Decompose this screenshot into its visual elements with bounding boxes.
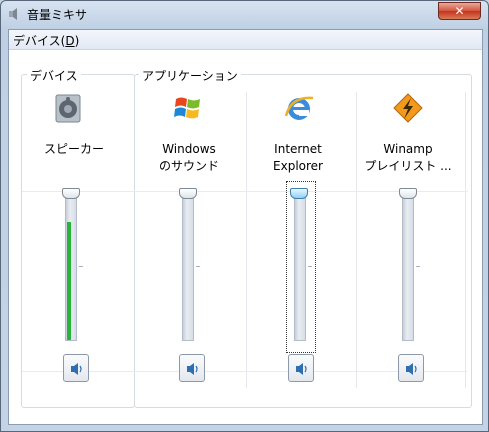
speaker-small-icon: [71, 363, 82, 375]
internet-explorer-icon: [284, 96, 314, 120]
speaker-small-icon: [296, 363, 307, 375]
volume-icon: [9, 8, 17, 20]
menu-device-label: デバイス(: [13, 34, 66, 48]
mute-button[interactable]: [288, 354, 314, 382]
channel-name-line2: のサウンド: [158, 159, 219, 173]
menu-device-accel: D: [65, 34, 75, 48]
volume-slider-thumb[interactable]: [179, 188, 197, 199]
channel-name: Windows のサウンド: [139, 141, 239, 175]
volume-slider-track[interactable]: [402, 191, 414, 341]
channel-name-line1: スピーカー: [43, 142, 104, 156]
channel-name: Internet Explorer: [248, 141, 348, 175]
client-area: デバイス(D) デバイス アプリケーション スピーカー Windows のサウン…: [8, 29, 483, 425]
channel-name-line1: Winamp: [383, 142, 433, 156]
menu-device-suffix: ): [74, 34, 80, 48]
column-divider: [356, 92, 357, 388]
speaker-icon: [55, 94, 81, 123]
close-button[interactable]: ✕: [438, 2, 481, 20]
slider-tick: [196, 266, 200, 267]
device-group-label: デバイス: [27, 67, 81, 84]
speaker-small-icon: [406, 363, 417, 375]
slider-tick: [79, 266, 83, 267]
speaker-small-icon: [187, 363, 198, 375]
channel-name-line2: プレイリスト ...: [364, 159, 452, 173]
slider-tick: [416, 266, 420, 267]
column-divider: [465, 92, 466, 388]
channel-name: スピーカー: [24, 141, 124, 158]
channel-name-line2: Explorer: [273, 159, 323, 173]
menu-bar: デバイス(D): [9, 30, 482, 50]
menu-device[interactable]: デバイス(D): [13, 32, 79, 49]
applications-group-label: アプリケーション: [139, 67, 241, 84]
channel-name: Winamp プレイリスト ...: [358, 141, 458, 175]
mute-button[interactable]: [63, 354, 89, 382]
column-divider: [246, 92, 247, 388]
mute-button[interactable]: [179, 354, 205, 382]
windows-logo-icon: [174, 97, 200, 119]
volume-slider-thumb[interactable]: [62, 188, 80, 199]
volume-slider-track[interactable]: [65, 191, 77, 341]
window-title: 音量ミキサ: [27, 8, 88, 22]
mute-button[interactable]: [398, 354, 424, 382]
channel-name-line1: Windows: [162, 142, 216, 156]
slider-tick: [308, 266, 312, 267]
volume-slider-track[interactable]: [182, 191, 194, 341]
winamp-icon: [393, 93, 423, 123]
channel-name-line1: Internet: [274, 142, 322, 156]
title-bar[interactable]: 音量ミキサ ✕: [1, 1, 488, 28]
volume-slider-thumb[interactable]: [399, 188, 417, 199]
volume-slider-track[interactable]: [294, 191, 306, 341]
volume-slider-thumb[interactable]: [290, 188, 308, 199]
volume-mixer-window: 音量ミキサ ✕ デバイス(D) デバイス アプリケーション スピーカー Wind…: [0, 0, 489, 432]
peak-meter: [67, 221, 71, 340]
